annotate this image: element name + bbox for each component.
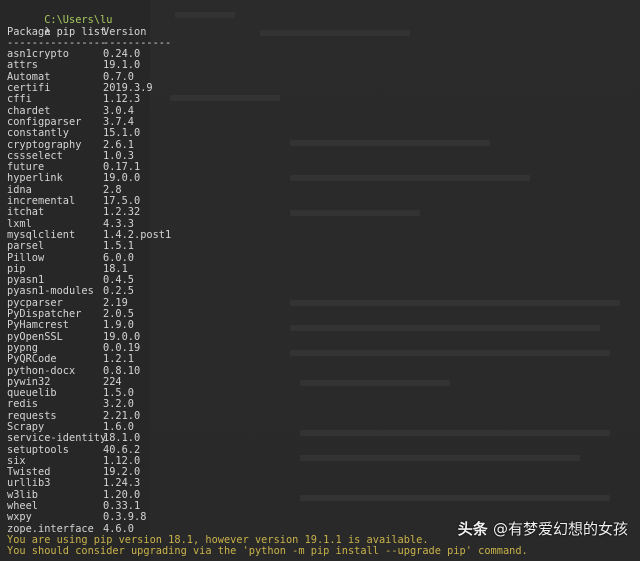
table-separator: ---------------- ----------- — [7, 37, 640, 49]
package-version: 3.2.0 — [103, 398, 134, 411]
watermark: 头条 @有梦爱幻想的女孩 — [458, 518, 628, 539]
package-name: service-identity — [7, 432, 107, 445]
table-row: pypng 0.0.19 — [7, 342, 640, 354]
table-row: python-docx 0.8.10 — [7, 365, 640, 377]
package-list: asn1crypto 0.24.0 attrs 19.1.0 Automat 0.7.0 c… — [7, 48, 640, 535]
table-row: chardet 3.0.4 — [7, 105, 640, 117]
table-row: pyOpenSSL 19.0.0 — [7, 331, 640, 343]
table-row: wheel 0.33.1 — [7, 500, 640, 512]
table-row: Twisted 19.2.0 — [7, 466, 640, 478]
terminal-output: C:\Users\lu λ pip list Package Version --… — [7, 4, 640, 558]
package-name: wxpy — [7, 511, 32, 524]
table-row: idna 2.8 — [7, 184, 640, 196]
table-row: pycparser 2.19 — [7, 297, 640, 309]
table-row: queuelib 1.5.0 — [7, 387, 640, 399]
terminal-window[interactable]: C:\Users\lu λ pip list Package Version --… — [0, 0, 640, 561]
table-row: PyHamcrest 1.9.0 — [7, 319, 640, 332]
table-row: asn1crypto 0.24.0 — [7, 48, 640, 60]
table-row: hyperlink 19.0.0 — [7, 173, 640, 185]
table-row: Automat 0.7.0 — [7, 71, 640, 83]
table-row: attrs 19.1.0 — [7, 60, 640, 72]
package-name: cffi — [7, 93, 32, 106]
table-row: constantly 15.1.0 — [7, 127, 640, 140]
watermark-brand: 头条 — [457, 520, 488, 538]
table-row: setuptools 40.6.2 — [7, 444, 640, 456]
table-row: cryptography 2.6.1 — [7, 139, 640, 151]
table-row: urllib3 1.24.3 — [7, 478, 640, 490]
package-version: 1.2.1 — [103, 353, 134, 366]
package-version: 1.9.0 — [103, 319, 134, 332]
table-row: pip 18.1 — [7, 263, 640, 275]
table-row: redis 3.2.0 — [7, 398, 640, 411]
package-version: 1.5.1 — [103, 240, 134, 253]
table-row: pyasn1-modules 0.2.5 — [7, 286, 640, 298]
package-name: redis — [7, 398, 38, 411]
package-name: PyQRCode — [7, 353, 57, 366]
table-row: pywin32 224 — [7, 376, 640, 388]
table-row: incremental 17.5.0 — [7, 195, 640, 207]
current-path: C:\Users\lu — [44, 14, 113, 27]
table-row: lxml 4.3.3 — [7, 218, 640, 230]
table-row: PyDispatcher 2.0.5 — [7, 308, 640, 320]
package-version: 18.1.0 — [103, 432, 141, 445]
table-row: six 1.12.0 — [7, 455, 640, 467]
table-row: w3lib 1.20.0 — [7, 489, 640, 501]
table-row: service-identity 18.1.0 — [7, 432, 640, 445]
package-version: 1.12.3 — [103, 93, 141, 106]
table-row: requests 2.21.0 — [7, 410, 640, 422]
table-row: future 0.17.1 — [7, 161, 640, 173]
table-row: pyasn1 0.4.5 — [7, 274, 640, 286]
table-row: mysqlclient 1.4.2.post1 — [7, 229, 640, 241]
package-name: constantly — [7, 127, 69, 140]
warning-line-2: You should consider upgrading via the 'p… — [7, 545, 528, 558]
package-name: PyHamcrest — [7, 319, 69, 332]
table-row: cffi 1.12.3 — [7, 93, 640, 106]
package-name: itchat — [7, 206, 45, 219]
package-version: 0.3.9.8 — [103, 511, 147, 524]
table-row: itchat 1.2.32 — [7, 206, 640, 219]
table-row: certifi 2019.3.9 — [7, 82, 640, 94]
watermark-handle: @有梦爱幻想的女孩 — [492, 520, 628, 538]
package-version: 15.1.0 — [103, 127, 141, 140]
prompt-path-line: C:\Users\lu — [7, 4, 640, 26]
table-row: cssselect 1.0.3 — [7, 150, 640, 162]
table-row: configparser 3.7.4 — [7, 116, 640, 128]
table-row: parsel 1.5.1 — [7, 240, 640, 253]
package-name: parsel — [7, 240, 45, 253]
table-row: Pillow 6.0.0 — [7, 252, 640, 264]
package-version: 1.2.32 — [103, 206, 141, 219]
table-row: PyQRCode 1.2.1 — [7, 353, 640, 366]
